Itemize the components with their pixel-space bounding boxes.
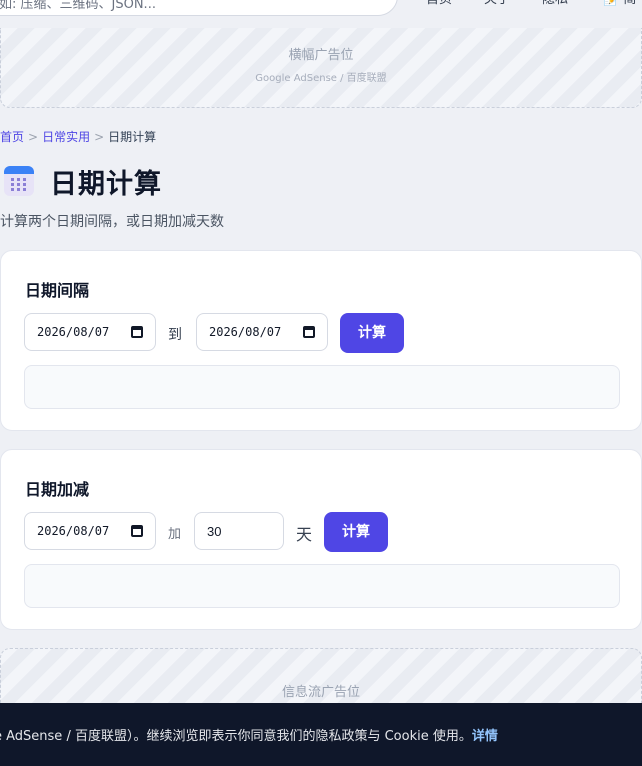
nav-about-link[interactable]: 关于 — [484, 0, 510, 7]
base-date-input[interactable]: 2026/08/07 — [24, 512, 156, 550]
top-header: 如: 压缩、三维码、JSON... 首页 关于 隐私 📝 简 — [0, 0, 642, 28]
page-description: 计算两个日期间隔，或日期加减天数 — [0, 214, 224, 230]
banner-ad-slot: 横幅广告位 Google AdSense / 百度联盟 — [0, 28, 642, 108]
add-calculate-button[interactable]: 计算 — [324, 512, 388, 552]
breadcrumb-home-link[interactable]: 首页 — [0, 130, 24, 144]
calendar-picker-icon[interactable] — [131, 525, 143, 537]
breadcrumb-separator: > — [28, 130, 39, 144]
nav-extra-link[interactable]: 📝 简 — [603, 0, 636, 7]
search-input[interactable]: 如: 压缩、三维码、JSON... — [0, 0, 398, 16]
breadcrumb-current: 日期计算 — [108, 130, 157, 144]
add-result-box — [24, 564, 620, 608]
cookie-message: e AdSense / 百度联盟）。继续浏览即表示你同意我们的隐私政策与 Coo… — [0, 729, 472, 744]
calendar-icon — [4, 166, 34, 196]
add-label: 加 — [168, 527, 182, 542]
calendar-picker-icon[interactable] — [303, 326, 315, 338]
days-unit-label: 天 — [296, 525, 313, 544]
breadcrumb: 首页 > 日常实用 > 日期计算 — [0, 128, 156, 145]
date-add-card: 日期加减 2026/08/07 加 30 天 计算 — [0, 449, 642, 630]
banner-ad-subtitle: Google AdSense / 百度联盟 — [255, 73, 387, 84]
cookie-consent-text: e AdSense / 百度联盟）。继续浏览即表示你同意我们的隐私政策与 Coo… — [0, 725, 498, 744]
calendar-picker-icon[interactable] — [131, 326, 143, 338]
breadcrumb-category-link[interactable]: 日常实用 — [42, 130, 90, 144]
nav-privacy-link[interactable]: 隐私 — [542, 0, 568, 7]
page-title: 日期计算 — [50, 168, 162, 200]
cookie-consent-bar: e AdSense / 百度联盟）。继续浏览即表示你同意我们的隐私政策与 Coo… — [0, 703, 642, 766]
base-date-value: 2026/08/07 — [37, 524, 110, 538]
end-date-value: 2026/08/07 — [209, 325, 282, 339]
date-interval-card: 日期间隔 2026/08/07 到 2026/08/07 计算 — [0, 250, 642, 431]
breadcrumb-separator: > — [94, 130, 105, 144]
page: 如: 压缩、三维码、JSON... 首页 关于 隐私 📝 简 横幅广告位 Goo… — [0, 0, 642, 766]
days-input[interactable]: 30 — [194, 512, 284, 550]
nav-home-link[interactable]: 首页 — [426, 0, 452, 7]
interval-calculate-button[interactable]: 计算 — [340, 313, 404, 353]
banner-ad-title: 横幅广告位 — [288, 48, 354, 63]
end-date-input[interactable]: 2026/08/07 — [196, 313, 328, 351]
page-title-row: 日期计算 — [4, 163, 162, 200]
to-label: 到 — [168, 327, 182, 343]
date-add-title: 日期加减 — [25, 480, 90, 499]
feed-ad-title: 信息流广告位 — [281, 685, 360, 700]
start-date-input[interactable]: 2026/08/07 — [24, 313, 156, 351]
cookie-details-link[interactable]: 详情 — [472, 729, 498, 744]
start-date-value: 2026/08/07 — [37, 325, 110, 339]
date-interval-title: 日期间隔 — [25, 281, 90, 300]
interval-result-box — [24, 365, 620, 409]
